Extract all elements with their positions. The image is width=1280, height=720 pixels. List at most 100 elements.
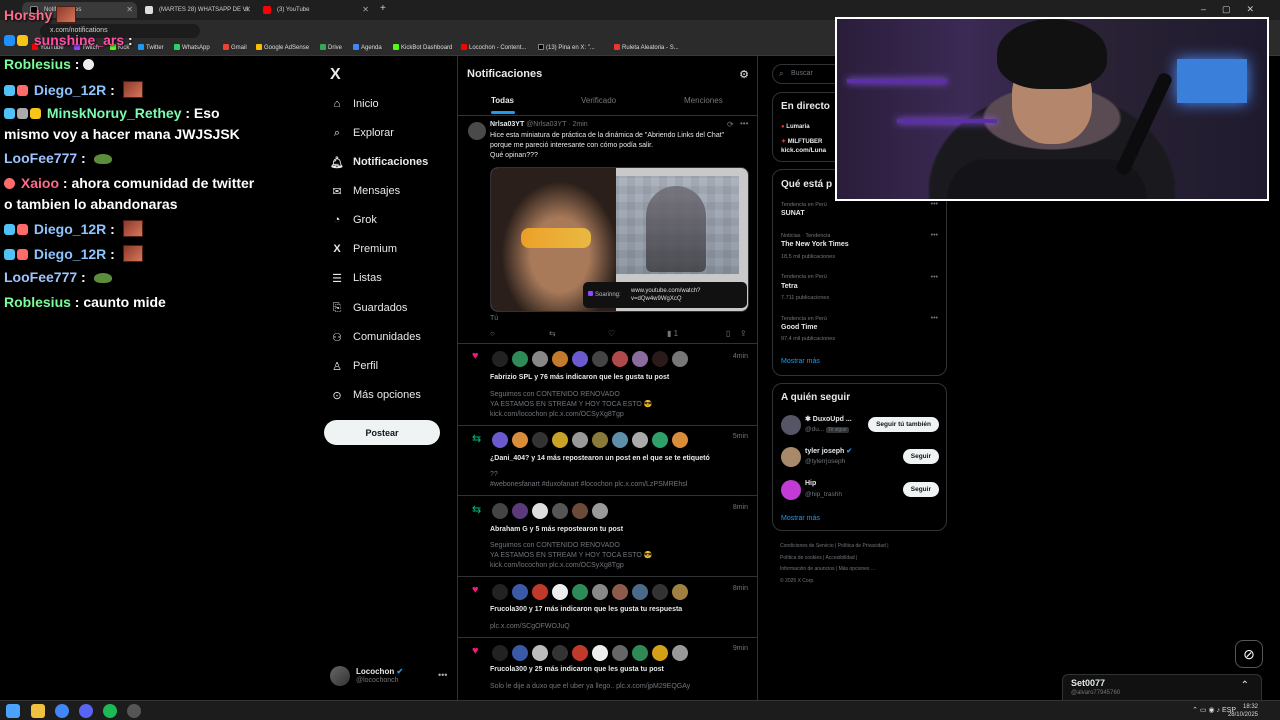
avatar: [532, 351, 548, 367]
nav-mensajes[interactable]: ✉ Mensajes: [331, 181, 400, 201]
window-controls[interactable]: –▢✕: [1201, 4, 1270, 15]
avatar: [632, 432, 648, 448]
grok-icon[interactable]: ⟳: [727, 120, 734, 129]
tweet-media-thumbnail[interactable]: Soarinng: www.youtube.com/watch? v=dQw4w9…: [490, 167, 749, 312]
avatar: [781, 480, 801, 500]
windows-taskbar: ⌃ ▭ ◉ ♪ ESP 18:32 28/10/2025: [0, 700, 1280, 720]
led-shelf: [897, 119, 997, 123]
close-tab-icon[interactable]: ✕: [244, 5, 251, 14]
nav-comunidades[interactable]: ⚇ Comunidades: [331, 327, 421, 347]
nav-inicio[interactable]: ⌂ Inicio: [331, 94, 379, 114]
settings-gear-icon[interactable]: ⚙: [739, 68, 749, 81]
live-item[interactable]: ● Lumaria: [781, 124, 810, 130]
footer-link[interactable]: Condiciones de Servicio: [780, 543, 834, 549]
badge-icon: [4, 108, 15, 119]
chat-message: Roblesius : caunto mide: [4, 294, 166, 310]
avatar: [532, 503, 548, 519]
tweet-author[interactable]: Nrlsa03YT: [490, 121, 524, 128]
streamer-hair: [997, 19, 1107, 89]
more-dots-icon[interactable]: •••: [438, 670, 447, 680]
footer-link[interactable]: Más opciones ...: [839, 566, 875, 572]
spotify-icon[interactable]: [103, 704, 117, 718]
drawer-name: Set0077: [1071, 678, 1106, 688]
post-button[interactable]: Postear: [324, 420, 440, 445]
studio-icon: [461, 44, 467, 50]
x-logo[interactable]: X: [330, 66, 341, 84]
tweet-text-line: Hice esta miniatura de práctica de la di…: [490, 132, 725, 139]
bookmark-item[interactable]: Twitter: [138, 44, 164, 51]
more-dots-icon[interactable]: •••: [740, 119, 748, 128]
avatar: [492, 645, 508, 661]
bookmark-item[interactable]: Ruleta Aleatoria - S...: [614, 44, 679, 51]
discord-icon[interactable]: [79, 704, 93, 718]
nav-listas[interactable]: ☰ Listas: [331, 268, 382, 288]
start-icon[interactable]: [6, 704, 20, 718]
badge-icon: [17, 108, 28, 119]
nav-grok[interactable]: ◔ Grok: [331, 210, 377, 230]
follow-button[interactable]: Seguir: [902, 449, 939, 464]
twitter-icon: [138, 44, 144, 50]
messages-drawer[interactable]: Set0077 @alvaro77945760 ⌃: [1062, 674, 1262, 700]
doc-favicon-icon: [145, 6, 153, 14]
bookmark-item[interactable]: Google AdSense: [256, 44, 309, 51]
show-more-link[interactable]: Mostrar más: [781, 358, 820, 365]
footer-link[interactable]: Política de cookies: [780, 555, 822, 561]
tweet-handle: @Nrlsa03YT: [526, 121, 567, 128]
avatar: [532, 645, 548, 661]
reply-icon[interactable]: ○: [490, 329, 495, 338]
bookmark-item[interactable]: Gmail: [223, 44, 247, 51]
tab-verificado[interactable]: Verificado: [581, 96, 616, 105]
bookmark-item[interactable]: Drive: [320, 44, 342, 51]
avatar: [612, 645, 628, 661]
nav-guardados[interactable]: ⎘ Guardados: [331, 298, 408, 318]
follow-button[interactable]: Seguir: [902, 482, 939, 497]
bookmark-item[interactable]: Locochon - Content...: [461, 44, 526, 51]
chat-message: sunshine_ars :: [4, 32, 133, 48]
footer-link[interactable]: Accesibilidad: [826, 555, 855, 561]
more-dots-icon[interactable]: •••: [931, 232, 938, 239]
chat-message: mismo voy a hacer mana JWJSJSK: [4, 126, 240, 142]
nav-mas-opciones[interactable]: ⊙ Más opciones: [331, 385, 420, 405]
drawer-handle: @alvaro77945760: [1071, 690, 1121, 696]
tab-youtube[interactable]: (3) YouTube ✕: [255, 2, 373, 18]
avatar: [652, 584, 668, 600]
divider: [458, 637, 757, 638]
footer-link[interactable]: Información de anuncios: [780, 566, 834, 572]
chrome-icon[interactable]: [55, 704, 69, 718]
emote-icon: [56, 6, 77, 23]
bookmark-item[interactable]: Agenda: [353, 44, 382, 51]
nav-explorar[interactable]: ⌕ Explorar: [331, 123, 394, 143]
file-explorer-icon[interactable]: [31, 704, 45, 718]
new-tab-button[interactable]: +: [380, 3, 386, 14]
close-tab-icon[interactable]: ✕: [362, 5, 369, 14]
nav-perfil[interactable]: ♙ Perfil: [331, 356, 378, 376]
more-dots-icon[interactable]: •••: [931, 315, 938, 322]
tab-whatsapp[interactable]: (MARTES 28) WHATSAPP DE VI ✕: [137, 2, 255, 18]
clock[interactable]: 18:32 28/10/2025: [1228, 703, 1258, 719]
nav-notificaciones[interactable]: 🔔︎ Notificaciones: [330, 152, 428, 172]
live-url[interactable]: kick.com/Luna: [781, 147, 826, 154]
bookmark-item[interactable]: WhatsApp: [174, 44, 210, 51]
bookmark-icon[interactable]: ▯: [726, 329, 730, 338]
retweet-icon[interactable]: ⇆: [549, 329, 556, 338]
nav-premium[interactable]: X Premium: [331, 239, 397, 259]
tab-menciones[interactable]: Menciones: [684, 96, 723, 105]
chevron-up-icon[interactable]: ⌃: [1241, 680, 1249, 691]
more-dots-icon[interactable]: •••: [931, 274, 938, 281]
show-more-link[interactable]: Mostrar más: [781, 515, 820, 522]
tab-todas[interactable]: Todas: [491, 96, 514, 105]
bookmark-item[interactable]: KickBot Dashboard: [393, 44, 452, 51]
bookmark-item[interactable]: (13) Pina en X: "...: [538, 44, 595, 51]
more-dots-icon[interactable]: •••: [931, 201, 938, 208]
close-tab-icon[interactable]: ✕: [126, 5, 133, 14]
share-icon[interactable]: ⇪: [740, 329, 747, 338]
follow-back-button[interactable]: Seguir tú también: [868, 417, 939, 432]
obs-icon[interactable]: [127, 704, 141, 718]
footer-link[interactable]: Política de Privacidad: [838, 543, 886, 549]
like-icon[interactable]: ♡: [608, 329, 615, 338]
person-icon: ♙: [332, 360, 342, 373]
avatar: [468, 122, 486, 140]
grok-floating-button[interactable]: ⊘: [1235, 640, 1263, 668]
avatar: [532, 432, 548, 448]
emote-icon: [83, 59, 95, 70]
